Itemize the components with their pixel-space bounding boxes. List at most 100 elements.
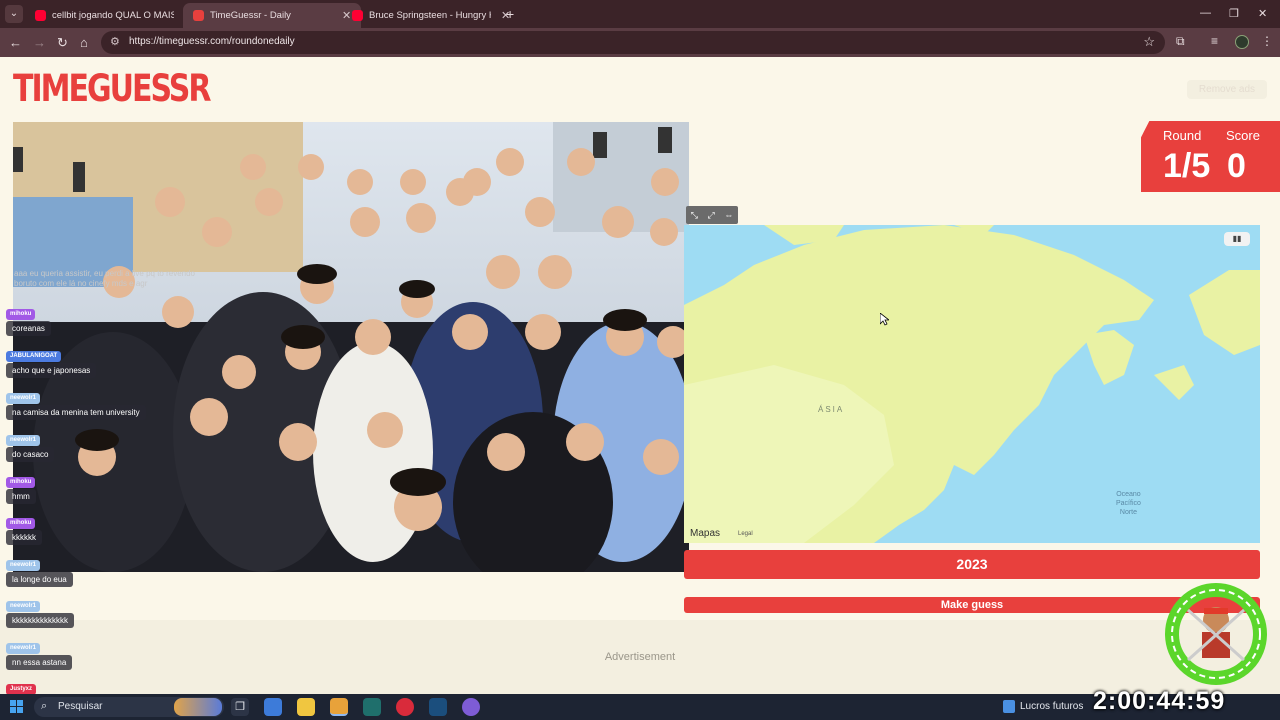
ocean-label-line2: Pacífico [1116,500,1141,507]
year-selector[interactable]: 2023 [684,550,1260,579]
chat-message: neewolr1 nn essa astana [6,636,73,670]
extensions-icon[interactable]: ⧉ [1176,34,1185,49]
chat-message: Justyxz [6,677,37,695]
chat-text: kkkkkkkkkkkkkk [6,613,74,628]
address-bar-row: ← → ↻ ⌂ ⚙ https://timeguessr.com/roundon… [0,28,1280,57]
chat-message: neewolr1 la longe do eua [6,553,73,587]
terminal-icon[interactable] [363,698,381,716]
discord-icon[interactable] [462,698,480,716]
chat-username: neewolr1 [6,601,41,612]
chrome-icon[interactable] [330,698,348,716]
bookmark-star-icon[interactable]: ☆ [1143,34,1155,50]
tab-search-button[interactable]: ⌄ [5,5,23,23]
opera-icon[interactable] [396,698,414,716]
chat-username: neewolr1 [6,560,41,571]
advertisement-label: Advertisement [604,651,676,663]
chat-message: neewolr1 na camisa da menina tem univers… [6,386,146,420]
chat-message: neewolr1 do casaco [6,428,55,462]
round-value: 1/5 [1163,147,1211,185]
chat-text: do casaco [6,447,55,462]
chat-text: na camisa da menina tem university [6,405,146,420]
chat-message: mihoku hmm [6,470,36,504]
restore-icon[interactable]: ❐ [1229,7,1239,20]
windows-start-icon[interactable] [10,700,24,714]
taskbar-search[interactable]: ⌕ Pesquisar [34,697,224,717]
address-bar[interactable]: ⚙ https://timeguessr.com/roundonedaily ☆ [101,31,1165,54]
profile-avatar[interactable] [1235,35,1249,49]
stream-timer: 2:00:44:59 [1093,687,1226,715]
tab-title: TimeGuessr - Daily [210,10,291,21]
chat-username: neewolr1 [6,435,41,446]
back-icon[interactable]: ← [9,35,22,50]
round-score-panel: Round Score 1/5 0 [1141,121,1280,192]
timeguessr-icon [193,10,204,21]
mouse-cursor-icon [880,313,889,326]
ocean-label-line3: Norte [1119,509,1138,516]
chat-text: nn essa astana [6,655,73,670]
chat-message: mihoku coreanas [6,302,51,336]
reload-icon[interactable]: ↻ [57,35,68,51]
map-legal-link[interactable]: Legal [738,531,753,537]
chat-message: mihoku kkkkkk [6,511,42,545]
search-highlight-image [174,698,222,716]
region-label: ÁSIA [818,405,845,414]
map-type-toggle[interactable]: ▮▮ [1224,232,1250,246]
home-icon[interactable]: ⌂ [80,35,88,50]
asia-map-image [684,225,1260,543]
remove-ads-button[interactable]: Remove ads [1187,80,1267,99]
tab-springsteen[interactable]: Bruce Springsteen - Hungry He ✕ [342,3,520,28]
tab-cellbit[interactable]: cellbit jogando QUAL O MAIS P ✕ [25,3,203,28]
widget-text: Lucros futuros [1020,701,1084,713]
chat-username: mihoku [6,518,36,529]
chat-intro-message: aaa eu queria assistir, eu perdi a live … [14,269,196,288]
chat-text: la longe do eua [6,572,73,587]
round-photo [13,122,689,572]
site-info-icon[interactable]: ⚙ [110,35,120,48]
guess-map[interactable]: ▮▮ ÁSIA Oceano Pacífico Norte Mapas Lega… [684,225,1260,543]
map-brand-label: Mapas [690,528,721,539]
store-icon[interactable] [264,698,282,716]
steam-icon[interactable] [429,698,447,716]
chat-text: acho que e japonesas [6,363,97,378]
shrink-icon[interactable]: ⤢ [708,210,715,221]
expand-icon[interactable]: ⤡ [691,210,698,221]
youtube-icon [35,10,46,21]
score-label: Score [1226,128,1260,143]
collapse-icon[interactable]: ⇔ [724,210,733,220]
task-view-icon[interactable]: ❐ [231,698,249,716]
menu-dots-icon[interactable]: ⋮ [1261,34,1273,48]
media-controls-icon[interactable]: ≡ [1211,34,1218,48]
map-brand: Mapas [690,528,720,539]
ocean-label: Oceano Pacífico Norte [1116,490,1141,517]
map-toolbar: ⤡ ⤢ ⇔ [686,206,738,224]
youtube-icon [352,10,363,21]
chat-username: JABULANIGOAT [6,351,62,362]
new-tab-button[interactable]: + [506,6,514,22]
forward-icon[interactable]: → [33,35,46,50]
chat-text: kkkkkk [6,530,42,545]
search-placeholder: Pesquisar [58,701,103,712]
file-explorer-icon[interactable] [297,698,315,716]
group-photo-image [13,122,689,572]
score-value: 0 [1227,147,1246,185]
streamer-logo [1165,583,1267,685]
chat-username: neewolr1 [6,643,41,654]
chat-username: mihoku [6,309,36,320]
advertisement-area: Advertisement [0,620,1280,694]
chat-message: JABULANIGOAT acho que e japonesas [6,344,97,378]
taskbar: ⌕ Pesquisar ❐ Lucros futuros [0,694,1280,720]
tab-title: cellbit jogando QUAL O MAIS P [52,10,174,21]
chat-text: hmm [6,489,36,504]
widget-stock[interactable]: Lucros futuros [1003,700,1083,713]
search-icon: ⌕ [41,700,48,712]
close-window-icon[interactable]: ✕ [1258,7,1267,20]
chat-text: coreanas [6,321,51,336]
url-text: https://timeguessr.com/roundonedaily [129,36,295,47]
browser-tab-strip: ⌄ cellbit jogando QUAL O MAIS P ✕ TimeGu… [0,0,1280,28]
tab-title: Bruce Springsteen - Hungry He [369,10,491,21]
tab-timeguessr[interactable]: TimeGuessr - Daily ✕ [183,3,362,28]
chat-username: neewolr1 [6,393,41,404]
timeguessr-logo[interactable]: TIMEGUESSR [13,67,211,111]
chat-username: mihoku [6,477,36,488]
minimize-icon[interactable]: — [1200,7,1211,19]
